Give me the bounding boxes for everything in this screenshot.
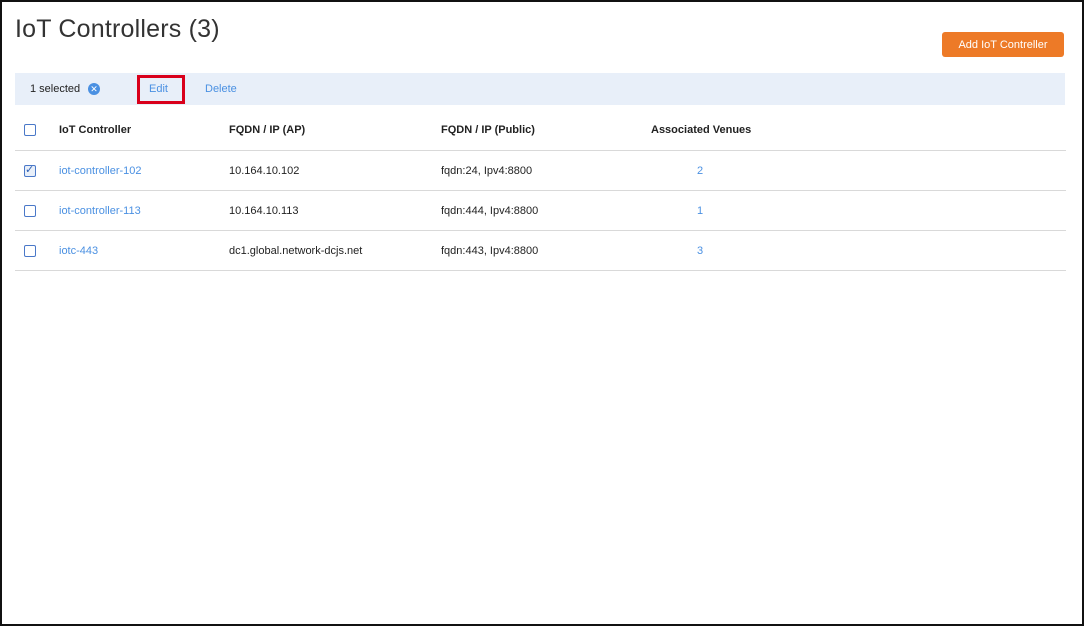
row-checkbox[interactable]: ✓ <box>24 164 36 177</box>
column-header-iot-controller[interactable]: IoT Controller <box>59 110 131 150</box>
table-header-row: IoT Controller FQDN / IP (AP) FQDN / IP … <box>15 110 1066 151</box>
fqdn-public-cell: fqdn:444, Ipv4:8800 <box>441 205 539 217</box>
controller-name-link[interactable]: iot-controller-113 <box>59 191 141 231</box>
fqdn-ap-cell: dc1.global.network-dcjs.net <box>229 245 363 257</box>
page-title: IoT Controllers (3) <box>15 15 220 43</box>
row-checkbox[interactable] <box>24 245 36 257</box>
selection-bar: 1 selected ✕ Edit Delete <box>15 73 1065 105</box>
delete-button[interactable]: Delete <box>205 83 237 95</box>
app-frame: IoT Controllers (3) Add IoT Contreller 1… <box>0 0 1084 626</box>
column-header-fqdn-public[interactable]: FQDN / IP (Public) <box>441 110 535 150</box>
iot-controllers-table: IoT Controller FQDN / IP (AP) FQDN / IP … <box>15 110 1066 271</box>
associated-venues-link[interactable]: 1 <box>697 191 703 231</box>
fqdn-ap-cell: 10.164.10.113 <box>229 205 299 217</box>
associated-venues-link[interactable]: 3 <box>697 231 703 271</box>
associated-venues-link[interactable]: 2 <box>697 151 703 191</box>
close-circle-icon[interactable]: ✕ <box>88 83 100 95</box>
controller-name-link[interactable]: iotc-443 <box>59 231 98 271</box>
row-checkbox[interactable] <box>24 205 36 217</box>
select-all-checkbox[interactable] <box>24 124 36 136</box>
checkmark-icon: ✓ <box>25 164 35 176</box>
table-row: iotc-443 dc1.global.network-dcjs.net fqd… <box>15 231 1066 271</box>
controller-name-link[interactable]: iot-controller-102 <box>59 151 142 191</box>
table-row: ✓ iot-controller-102 10.164.10.102 fqdn:… <box>15 151 1066 191</box>
edit-button[interactable]: Edit <box>149 83 168 95</box>
selected-count: 1 selected <box>30 83 81 95</box>
column-header-associated-venues[interactable]: Associated Venues <box>651 110 751 150</box>
column-header-fqdn-ap[interactable]: FQDN / IP (AP) <box>229 110 305 150</box>
table-row: iot-controller-113 10.164.10.113 fqdn:44… <box>15 191 1066 231</box>
add-iot-controller-button[interactable]: Add IoT Contreller <box>942 32 1064 57</box>
fqdn-public-cell: fqdn:24, Ipv4:8800 <box>441 165 533 177</box>
fqdn-ap-cell: 10.164.10.102 <box>229 165 300 177</box>
fqdn-public-cell: fqdn:443, Ipv4:8800 <box>441 245 539 257</box>
